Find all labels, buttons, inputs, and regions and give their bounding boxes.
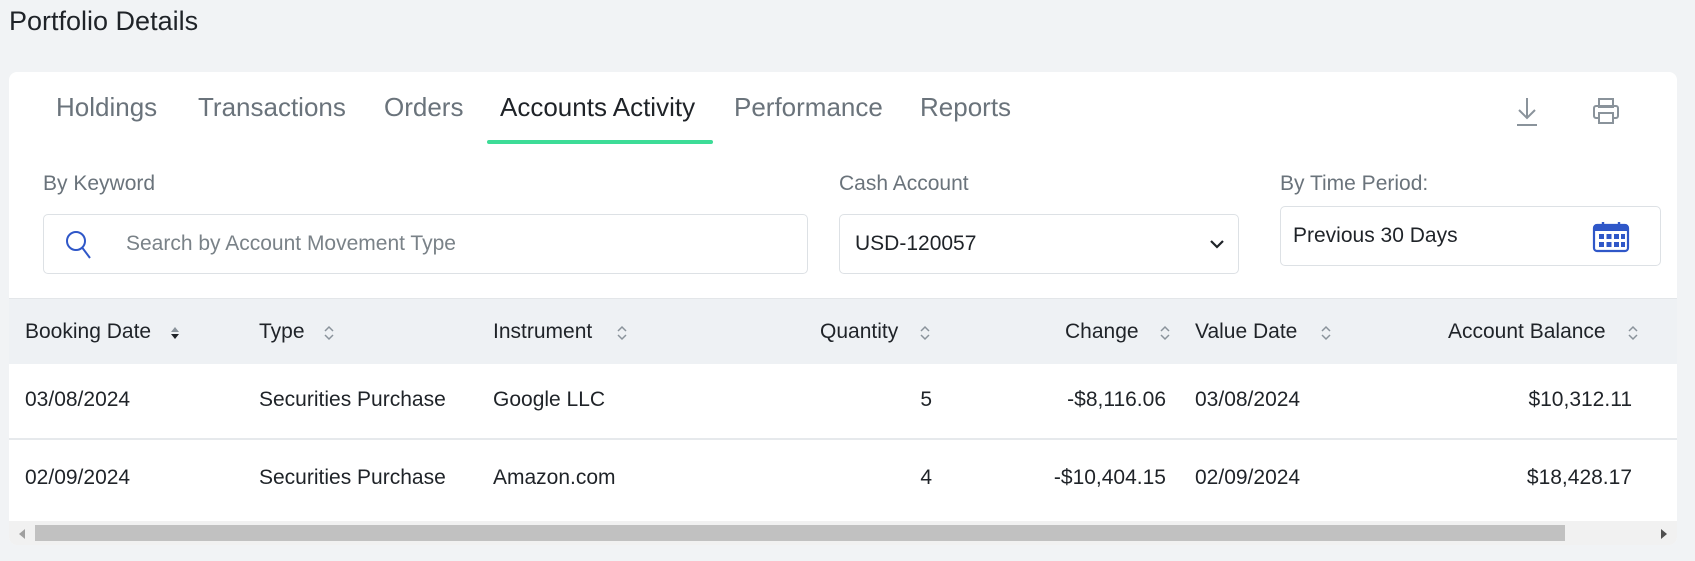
sort-icon[interactable] (919, 325, 931, 341)
chevron-down-icon (1208, 235, 1226, 253)
tab-accounts-activity[interactable]: Accounts Activity (500, 92, 695, 123)
time-period-label: By Time Period: (1280, 172, 1429, 195)
column-header-type[interactable]: Type (259, 320, 305, 344)
quantity-cell: 5 (920, 388, 932, 411)
account-balance-cell: $10,312.11 (1528, 388, 1632, 411)
horizontal-scrollbar[interactable] (9, 521, 1677, 545)
value-date-cell: 03/08/2024 (1195, 388, 1301, 411)
instrument-cell: Amazon.com (493, 466, 616, 489)
value-date-cell: 02/09/2024 (1195, 466, 1301, 489)
tab-holdings[interactable]: Holdings (56, 92, 157, 123)
type-cell: Securities Purchase (259, 466, 446, 489)
cash-account-label: Cash Account (839, 172, 969, 195)
time-period-picker[interactable]: Previous 30 Days (1280, 206, 1661, 266)
time-period-value: Previous 30 Days (1293, 224, 1458, 247)
portfolio-card: Holdings Transactions Orders Accounts Ac… (9, 72, 1677, 545)
column-header-change[interactable]: Change (1065, 320, 1139, 344)
sort-icon[interactable] (1159, 325, 1171, 341)
tab-transactions[interactable]: Transactions (198, 92, 346, 123)
booking-date-cell: 02/09/2024 (25, 466, 131, 489)
cash-account-value: USD-120057 (855, 232, 977, 255)
tab-bar: Holdings Transactions Orders Accounts Ac… (9, 72, 1677, 148)
type-cell: Securities Purchase (259, 388, 446, 411)
cash-account-select[interactable]: USD-120057 (839, 214, 1239, 274)
change-cell: -$8,116.06 (1067, 388, 1166, 411)
sort-icon[interactable] (1320, 325, 1332, 341)
scrollbar-thumb[interactable] (35, 525, 1565, 541)
scroll-left-arrow-icon[interactable] (17, 527, 27, 539)
change-cell: -$10,404.15 (1053, 466, 1166, 489)
scroll-right-arrow-icon[interactable] (1659, 527, 1669, 539)
print-icon[interactable] (1589, 94, 1623, 128)
sort-icon[interactable] (169, 325, 181, 341)
download-icon[interactable] (1510, 94, 1544, 128)
column-header-quantity[interactable]: Quantity (820, 320, 898, 344)
keyword-filter-label: By Keyword (43, 172, 156, 195)
instrument-cell: Google LLC (493, 388, 606, 411)
tab-performance[interactable]: Performance (734, 92, 883, 123)
search-icon (64, 229, 94, 261)
sort-icon[interactable] (323, 325, 335, 341)
active-tab-indicator (487, 140, 713, 144)
keyword-search-box (43, 214, 808, 274)
column-header-booking-date[interactable]: Booking Date (25, 320, 151, 344)
calendar-icon[interactable] (1592, 221, 1630, 253)
account-balance-cell: $18,428.17 (1526, 466, 1632, 489)
column-header-value-date[interactable]: Value Date (1195, 320, 1297, 344)
tab-orders[interactable]: Orders (384, 92, 463, 123)
page-title: Portfolio Details (9, 6, 199, 36)
booking-date-cell: 03/08/2024 (25, 388, 131, 411)
quantity-cell: 4 (920, 466, 932, 489)
sort-icon[interactable] (616, 325, 628, 341)
tab-reports[interactable]: Reports (920, 92, 1011, 123)
sort-icon[interactable] (1627, 325, 1639, 341)
table-header: Booking Date Type Instrument Quantity Ch… (9, 298, 1677, 364)
table-row[interactable]: 02/09/2024 Securities Purchase Amazon.co… (9, 442, 1677, 518)
keyword-search-input[interactable] (126, 215, 786, 273)
column-header-account-balance[interactable]: Account Balance (1448, 320, 1606, 344)
column-header-instrument[interactable]: Instrument (493, 320, 592, 344)
table-row[interactable]: 03/08/2024 Securities Purchase Google LL… (9, 364, 1677, 440)
